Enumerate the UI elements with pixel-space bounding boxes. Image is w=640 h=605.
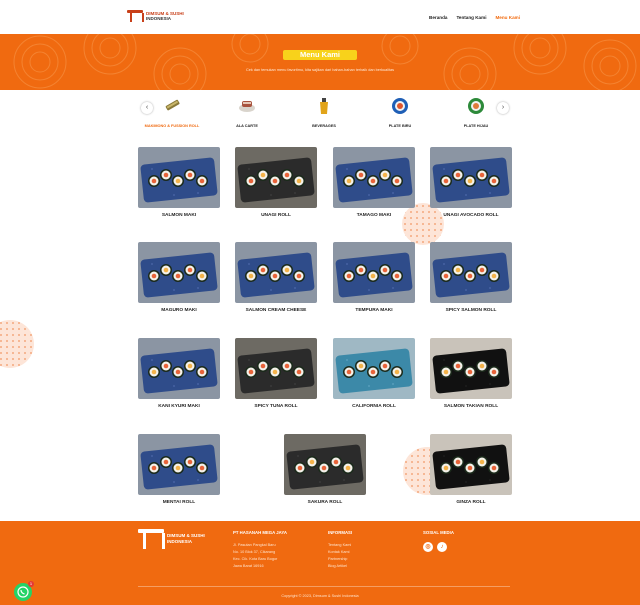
nav-link-menu-kami[interactable]: Menu Kami [495,15,520,20]
product-photo [138,147,220,208]
hero-banner [0,34,640,90]
nav-link-beranda[interactable]: Beranda [429,15,447,20]
category-tab-makimono[interactable]: MAKIMONO & FUSSION ROLL [137,97,207,129]
footer-company: PT HASANAH MEGA JAYA Jl. Pasutan Pangkal… [233,530,287,570]
product-card[interactable]: MAGURO MAKI [138,242,220,314]
product-photo [235,147,317,208]
product-name: SPICY SALMON ROLL [445,308,497,313]
footer-social: SOSIAL MEDIA ◎ ♪ [423,530,454,552]
product-card[interactable]: SPICY SALMON ROLL [430,242,512,314]
product-photo [138,338,220,399]
site-footer: DIMSUM & SUSHI INDONESIA PT HASANAH MEGA… [0,521,640,605]
decorative-pattern-circle [0,320,34,368]
footer-info-heading: INFORMASI [328,530,353,535]
product-card[interactable]: TEMPURA MAKI [333,242,415,314]
category-label: ALA CARTE [236,124,258,128]
product-name: UNAGI ROLL [261,213,291,218]
tiktok-icon[interactable]: ♪ [437,542,447,552]
footer-social-heading: SOSIAL MEDIA [423,530,454,535]
product-card[interactable]: UNAGI AVOCADO ROLL [430,147,512,219]
product-name: TEMPURA MAKI [355,308,393,313]
product-name: SALMON TAKIAN ROLL [443,404,499,409]
product-photo [235,338,317,399]
category-label: PLATE HIJAU [463,124,489,128]
footer-link-tentang-kami[interactable]: Tentang Kami [328,542,352,549]
product-name: CALIFORNIA ROLL [352,404,396,409]
footer-address-line: No. 10 Blok 37, Cikarang [233,550,276,554]
product-card[interactable]: MENTAI ROLL [138,434,220,506]
footer-info: INFORMASI Tentang Kami Kontak Kami Partn… [328,530,352,570]
product-card[interactable]: GINZA ROLL [430,434,512,506]
product-name: TAMAGO MAKI [356,213,392,218]
footer-address-line: Jl. Pasutan Pangkal Baru [233,543,276,547]
page-title: Menu Kami [283,50,357,60]
product-photo [430,434,512,495]
product-photo [430,242,512,303]
notification-badge: 1 [28,581,34,587]
torii-gate-icon [127,10,144,22]
product-name: SALMON MAKI [161,213,197,218]
footer-address-line: Kec. Cik. Kota Baru Bogor [233,557,278,561]
footer-brand-logo[interactable]: DIMSUM & SUSHI INDONESIA [138,529,205,549]
product-card[interactable]: KANI KYURI MAKI [138,338,220,410]
nav-link-tentang-kami[interactable]: Tentang Kami [456,15,486,20]
product-card[interactable]: SALMON TAKIAN ROLL [430,338,512,410]
footer-brand-line2: INDONESIA [167,539,193,544]
category-label: MAKIMONO & FUSSION ROLL [144,124,200,128]
wave-pattern-background [13,34,637,90]
brand-name-line2: INDONESIA [146,16,172,21]
blue-plate-icon [391,97,409,115]
category-tab-ala-carte[interactable]: ALA CARTE [212,97,282,129]
product-photo [430,338,512,399]
product-name: SALMON CREAM CHEESE [245,308,307,313]
copyright-text: Copyright © 2023, Dimsum & Sushi Indones… [281,594,359,598]
product-name: MENTAI ROLL [162,500,196,505]
main-nav: Beranda Tentang Kami Menu Kami [429,15,520,20]
torii-gate-icon [138,529,165,549]
footer-address-line: Jawa Barat 16916 [233,564,264,568]
top-navbar: DIMSUM & SUSHI INDONESIA Beranda Tentang… [0,0,640,34]
product-card[interactable]: SALMON CREAM CHEESE [235,242,317,314]
product-name: KANI KYURI MAKI [158,404,200,409]
category-tab-plate-hijau[interactable]: PLATE HIJAU [441,97,511,129]
footer-divider [138,586,510,587]
product-photo [235,242,317,303]
product-card[interactable]: TAMAGO MAKI [333,147,415,219]
product-card[interactable]: CALIFORNIA ROLL [333,338,415,410]
instagram-icon[interactable]: ◎ [423,542,433,552]
product-photo [138,242,220,303]
page-subtitle: Cek dan temukan menu favoritmu, kita saj… [246,68,394,72]
product-card[interactable]: UNAGI ROLL [235,147,317,219]
plate-icon [238,97,256,115]
product-card[interactable]: SALMON MAKI [138,147,220,219]
product-photo [430,147,512,208]
footer-company-heading: PT HASANAH MEGA JAYA [233,530,287,535]
product-name: GINZA ROLL [456,500,486,505]
product-name: UNAGI AVOCADO ROLL [443,213,499,218]
footer-link-kontak-kami[interactable]: Kontak Kami [328,549,352,556]
green-plate-icon [467,97,485,115]
product-photo [333,242,415,303]
product-photo [333,338,415,399]
category-tab-plate-biru[interactable]: PLATE BIRU [365,97,435,129]
product-photo [284,434,366,495]
product-photo [333,147,415,208]
whatsapp-icon [17,586,29,598]
brand-logo[interactable]: DIMSUM & SUSHI INDONESIA [127,10,184,22]
product-name: SAKURA ROLL [307,500,343,505]
product-card[interactable]: SPICY TUNA ROLL [235,338,317,410]
product-card[interactable]: SAKURA ROLL [284,434,366,506]
product-photo [138,434,220,495]
roll-icon [163,97,181,115]
drink-icon [315,97,333,115]
footer-link-blog[interactable]: Blog Artikel [328,563,352,570]
category-label: BEVERAGES [312,124,336,128]
product-name: MAGURO MAKI [161,308,197,313]
category-label: PLATE BIRU [388,124,412,128]
product-name: SPICY TUNA ROLL [254,404,298,409]
category-tab-beverages[interactable]: BEVERAGES [289,97,359,129]
footer-link-partnership[interactable]: Partnership [328,556,352,563]
